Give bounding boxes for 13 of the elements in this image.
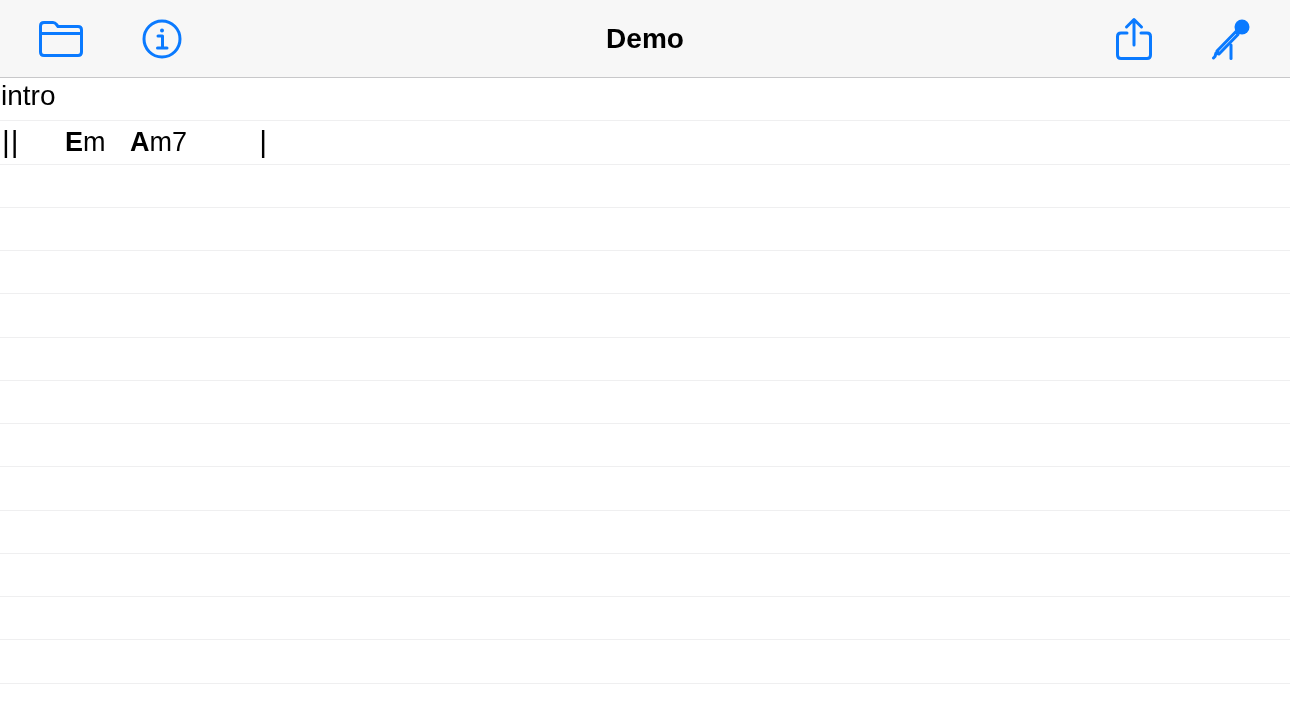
folder-icon [38,19,84,58]
chord-symbol: Em [65,128,106,156]
barline: || [2,127,20,158]
barline: | [259,127,268,158]
info-button[interactable] [141,17,183,60]
info-icon [142,18,182,59]
microphone-icon [1211,17,1251,60]
share-icon [1115,16,1153,61]
share-button[interactable] [1114,15,1154,62]
chord-symbol: Am7 [130,128,187,156]
document-title: Demo [606,24,684,53]
section-label: intro [0,82,56,114]
folder-button[interactable] [37,18,85,59]
